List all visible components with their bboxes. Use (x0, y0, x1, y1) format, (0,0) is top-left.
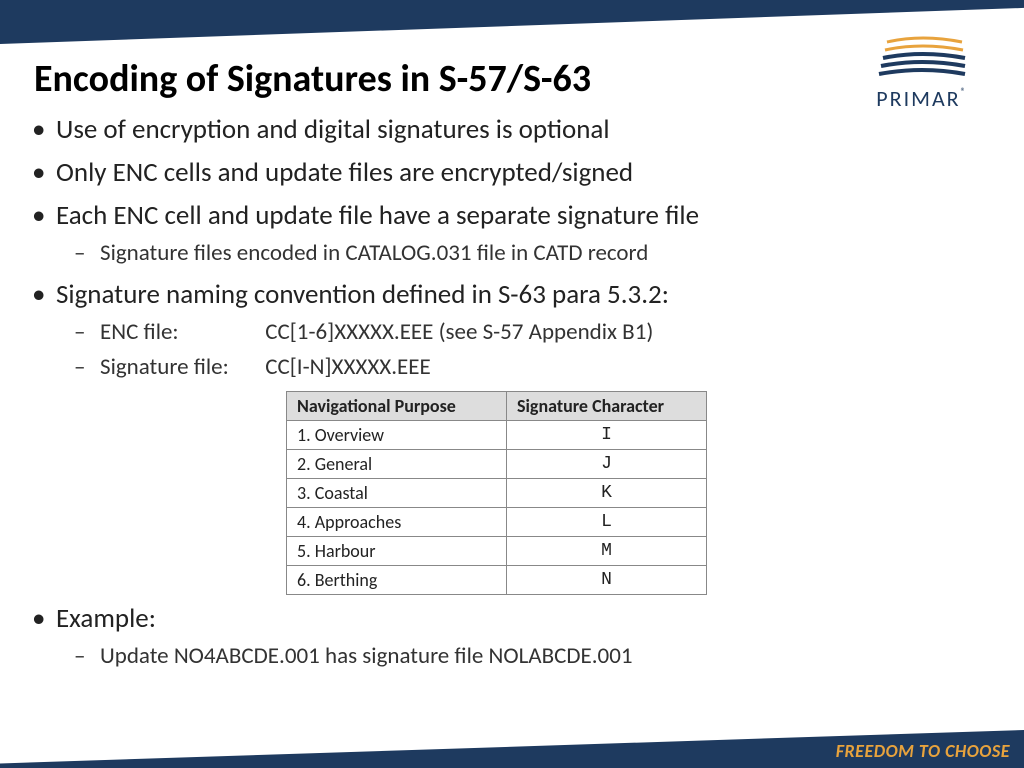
slide: PRIMAR® Encoding of Signatures in S-57/S… (0, 0, 1024, 768)
cell-sig: K (507, 478, 707, 507)
file-label: Signature file: (100, 351, 260, 384)
table-row: 4. ApproachesL (287, 507, 707, 536)
slide-title: Encoding of Signatures in S-57/S-63 (34, 56, 591, 102)
bullet-item: Only ENC cells and update files are encr… (20, 153, 1004, 192)
file-label: ENC file: (100, 316, 260, 349)
sub-bullet-item: Update NO4ABCDE.001 has signature file N… (56, 640, 1004, 673)
cell-sig: L (507, 507, 707, 536)
bullet-item: Example: Update NO4ABCDE.001 has signatu… (20, 599, 1004, 673)
table-row: 1. OverviewI (287, 420, 707, 449)
bullet-item: Signature naming convention defined in S… (20, 275, 1004, 595)
table-row: 6. BerthingN (287, 566, 707, 595)
cell-sig: J (507, 449, 707, 478)
cell-nav: 5. Harbour (287, 537, 507, 566)
brand-logo: PRIMAR® (852, 36, 992, 112)
bullet-text: Example: (56, 602, 156, 635)
cell-nav: 1. Overview (287, 420, 507, 449)
table-row: 3. CoastalK (287, 478, 707, 507)
signature-table: Navigational Purpose Signature Character… (286, 391, 707, 596)
bullet-item: Use of encryption and digital signatures… (20, 110, 1004, 149)
bullet-text: Each ENC cell and update file have a sep… (56, 199, 699, 232)
file-value: CC[I-N]XXXXX.EEE (265, 353, 431, 381)
cell-nav: 6. Berthing (287, 566, 507, 595)
sub-bullet-item: Signature files encoded in CATALOG.031 f… (56, 237, 1004, 270)
sub-bullet-item: Signature file: CC[I-N]XXXXX.EEE (56, 351, 1004, 384)
bullet-text: Signature naming convention defined in S… (56, 278, 669, 311)
table-row: 5. HarbourM (287, 537, 707, 566)
cell-nav: 3. Coastal (287, 478, 507, 507)
col-header-nav: Navigational Purpose (287, 391, 507, 420)
signature-table-wrap: Navigational Purpose Signature Character… (286, 391, 1004, 596)
cell-sig: M (507, 537, 707, 566)
table-header-row: Navigational Purpose Signature Character (287, 391, 707, 420)
cell-sig: I (507, 420, 707, 449)
cell-sig: N (507, 566, 707, 595)
waves-icon (877, 36, 967, 76)
file-value: CC[1-6]XXXXX.EEE (see S-57 Appendix B1) (265, 318, 653, 346)
sub-bullet-item: ENC file: CC[1-6]XXXXX.EEE (see S-57 App… (56, 316, 1004, 349)
cell-nav: 4. Approaches (287, 507, 507, 536)
brand-tagline: FREEDOM TO CHOOSE (836, 740, 1010, 762)
slide-content: Use of encryption and digital signatures… (20, 110, 1004, 678)
cell-nav: 2. General (287, 449, 507, 478)
col-header-sig: Signature Character (507, 391, 707, 420)
table-row: 2. GeneralJ (287, 449, 707, 478)
bullet-item: Each ENC cell and update file have a sep… (20, 196, 1004, 270)
brand-name: PRIMAR® (852, 85, 992, 112)
